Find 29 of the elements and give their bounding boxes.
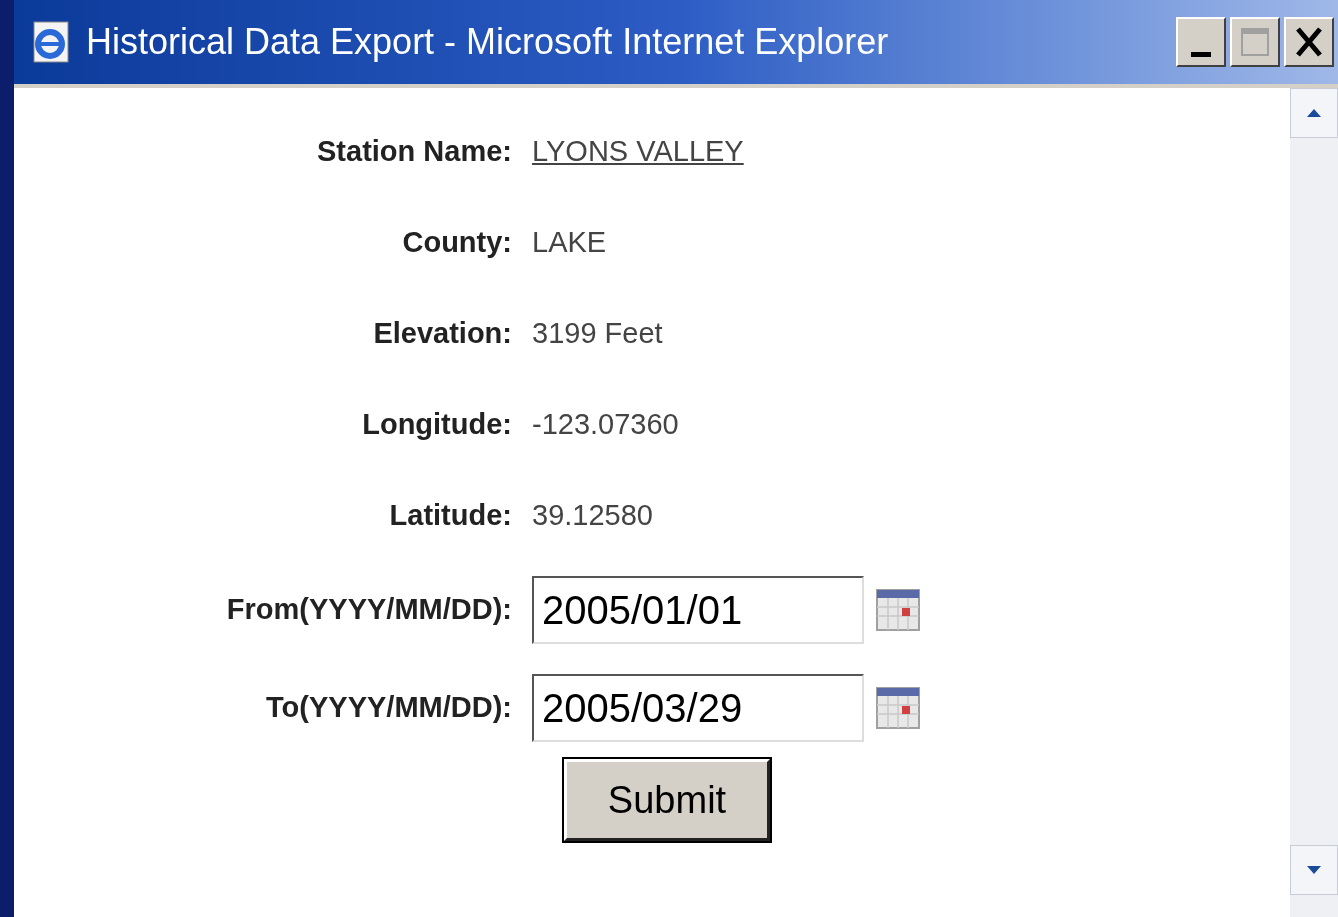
calendar-icon[interactable] bbox=[876, 687, 920, 729]
window-title: Historical Data Export - Microsoft Internet Explorer bbox=[86, 20, 890, 64]
field-label: Longitude: bbox=[361, 406, 513, 442]
field-label: To(YYYY/MM/DD): bbox=[265, 690, 513, 726]
scrollbar[interactable] bbox=[1290, 88, 1338, 917]
station-link[interactable]: LYONS VALLEY bbox=[532, 129, 744, 174]
maximize-button[interactable] bbox=[1230, 17, 1280, 67]
scroll-up-button[interactable] bbox=[1290, 88, 1338, 138]
scroll-down-button[interactable] bbox=[1290, 845, 1338, 895]
maximize-icon bbox=[1241, 28, 1269, 56]
field-label: Elevation: bbox=[372, 315, 513, 351]
field-value: -123.07360 bbox=[532, 406, 679, 442]
field-value: LAKE bbox=[532, 224, 607, 260]
close-button[interactable] bbox=[1284, 17, 1334, 67]
date-field[interactable]: 2005/01/01 bbox=[532, 576, 864, 644]
up-arrow-icon bbox=[1307, 109, 1321, 117]
down-arrow-icon bbox=[1307, 866, 1321, 874]
minimize-icon bbox=[1191, 52, 1211, 57]
field-label: Latitude: bbox=[388, 497, 513, 533]
calendar-icon[interactable] bbox=[876, 589, 920, 631]
field-label: From(YYYY/MM/DD): bbox=[225, 592, 513, 628]
field-value: 39.12580 bbox=[532, 497, 653, 533]
date-field[interactable]: 2005/03/29 bbox=[532, 674, 864, 742]
minimize-button[interactable] bbox=[1176, 17, 1226, 67]
close-icon bbox=[1296, 27, 1322, 57]
field-label: Station Name: bbox=[316, 133, 513, 169]
submit-button[interactable]: Submit bbox=[564, 759, 770, 841]
field-value: 3199 Feet bbox=[532, 315, 663, 351]
field-label: County: bbox=[401, 224, 513, 260]
